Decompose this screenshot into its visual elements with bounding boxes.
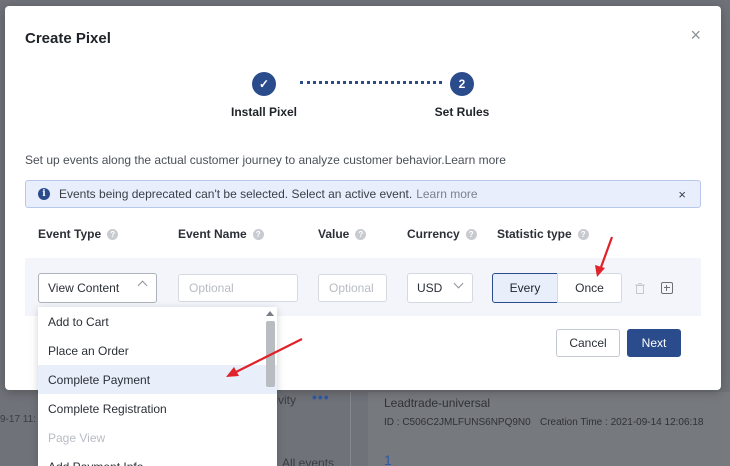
column-label: Statistic type — [497, 227, 572, 241]
event-type-value: View Content — [48, 281, 120, 295]
background-all-events: All events — [282, 456, 335, 466]
chevron-down-icon — [453, 278, 464, 289]
intro-text: Set up events along the actual customer … — [25, 153, 506, 167]
close-icon[interactable]: × — [690, 26, 701, 44]
check-icon: ✓ — [252, 72, 276, 96]
help-icon[interactable]: ? — [355, 228, 367, 240]
column-label: Currency — [407, 227, 460, 241]
trash-icon[interactable] — [635, 283, 645, 294]
modal-title: Create Pixel — [25, 30, 111, 47]
step-connector — [300, 81, 442, 84]
dropdown-item-add-to-cart[interactable]: Add to Cart — [38, 307, 277, 336]
intro-description: Set up events along the actual customer … — [25, 153, 445, 167]
step-install-pixel: ✓ Install Pixel — [229, 72, 299, 119]
column-value: Value ? — [318, 227, 367, 241]
column-label: Value — [318, 227, 350, 241]
chevron-up-icon — [137, 280, 148, 291]
dropdown-item-place-an-order[interactable]: Place an Order — [38, 336, 277, 365]
background-card-time: Creation Time : 2021-09-14 12:06:18 — [540, 417, 704, 428]
step-label: Set Rules — [434, 105, 490, 119]
notice-text: Events being deprecated can't be selecte… — [59, 187, 413, 201]
help-icon[interactable]: ? — [107, 228, 119, 240]
background-card-title: Leadtrade-universal — [384, 396, 491, 410]
background-timestamp: 9-17 11: — [0, 414, 36, 425]
event-name-input[interactable]: Optional — [178, 274, 298, 302]
currency-value: USD — [417, 281, 443, 295]
deprecation-notice: i Events being deprecated can't be selec… — [25, 180, 701, 208]
column-label: Event Type — [38, 227, 102, 241]
help-icon[interactable]: ? — [465, 228, 477, 240]
dropdown-item-complete-payment[interactable]: Complete Payment — [38, 365, 277, 394]
scroll-up-icon[interactable] — [266, 311, 274, 316]
event-type-select[interactable]: View Content — [38, 273, 157, 303]
dropdown-item-add-payment-info[interactable]: Add Payment Info — [38, 452, 277, 466]
step-number: 2 — [450, 72, 474, 96]
column-event-name: Event Name ? — [178, 227, 264, 241]
dropdown-scrollbar[interactable] — [266, 321, 275, 387]
column-event-type: Event Type ? — [38, 227, 119, 241]
statistic-once-option[interactable]: Once — [557, 273, 622, 303]
close-icon[interactable]: × — [678, 187, 686, 202]
add-row-icon[interactable] — [661, 282, 673, 294]
more-icon: ••• — [312, 389, 330, 405]
help-icon[interactable]: ? — [577, 228, 589, 240]
dropdown-item-complete-registration[interactable]: Complete Registration — [38, 394, 277, 423]
background-divider — [350, 392, 351, 466]
background-card-number: 1 — [384, 452, 392, 466]
next-button[interactable]: Next — [627, 329, 681, 357]
currency-select[interactable]: USD — [407, 273, 473, 303]
step-label: Install Pixel — [230, 105, 298, 119]
event-type-dropdown: Add to Cart Place an Order Complete Paym… — [38, 307, 277, 466]
column-label: Event Name — [178, 227, 247, 241]
help-icon[interactable]: ? — [252, 228, 264, 240]
value-input[interactable]: Optional — [318, 274, 387, 302]
column-currency: Currency ? — [407, 227, 477, 241]
background-card-id: ID : C506C2JMLFUNS6NPQ9N0 — [384, 417, 531, 428]
learn-more-link[interactable]: Learn more — [445, 153, 506, 167]
notice-learn-more-link[interactable]: Learn more — [416, 187, 477, 201]
statistic-every-option[interactable]: Every — [492, 273, 558, 303]
info-icon: i — [38, 188, 50, 200]
step-set-rules: 2 Set Rules — [427, 72, 497, 119]
cancel-button[interactable]: Cancel — [556, 329, 620, 357]
column-statistic-type: Statistic type ? — [497, 227, 589, 241]
dropdown-item-page-view: Page View — [48, 430, 106, 445]
